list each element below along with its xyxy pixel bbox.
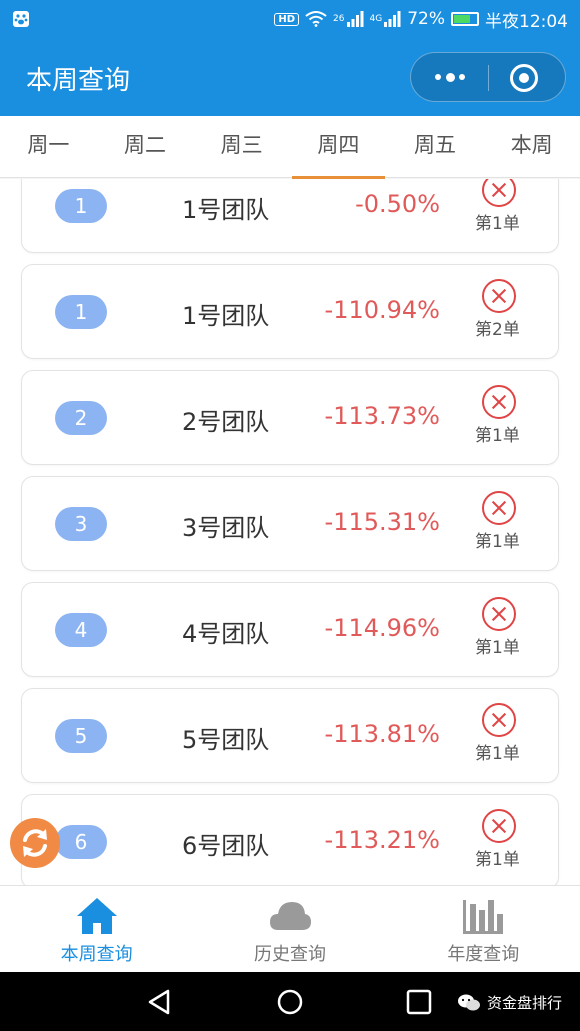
percent-value: -115.31% xyxy=(324,508,440,536)
delete-icon[interactable] xyxy=(482,385,516,419)
tab-wednesday[interactable]: 周三 xyxy=(193,116,290,177)
rank-badge: 3 xyxy=(55,507,107,541)
net-type-label: 4G xyxy=(369,14,383,24)
rank-badge: 1 xyxy=(55,295,107,329)
day-tabs: 周一 周二 周三 周四 周五 本周 xyxy=(0,116,580,179)
tab-this-week[interactable]: 本周 xyxy=(483,116,580,177)
wechat-icon xyxy=(457,994,480,1010)
percent-value: -110.94% xyxy=(324,296,440,324)
order-label: 第1单 xyxy=(475,426,520,446)
team-name: 1号团队 xyxy=(182,196,270,224)
refresh-button[interactable] xyxy=(10,818,60,868)
tab-thursday[interactable]: 周四 xyxy=(290,116,387,179)
team-name: 2号团队 xyxy=(182,408,270,436)
order-label: 第1单 xyxy=(475,744,520,764)
list-item: 1 1号团队 -110.94% 第2单 xyxy=(21,264,559,359)
list-item: 2 2号团队 -113.73% 第1单 xyxy=(21,370,559,465)
team-name: 1号团队 xyxy=(182,302,270,330)
percent-value: -113.81% xyxy=(324,720,440,748)
wifi-icon xyxy=(305,11,327,27)
percent-value: -0.50% xyxy=(355,190,440,218)
percent-value: -113.73% xyxy=(324,402,440,430)
close-miniprogram-icon[interactable] xyxy=(510,64,538,92)
rank-badge: 4 xyxy=(55,613,107,647)
delete-icon[interactable] xyxy=(482,703,516,737)
tab-tuesday[interactable]: 周二 xyxy=(97,116,194,177)
delete-icon[interactable] xyxy=(482,809,516,843)
rank-badge: 1 xyxy=(55,189,107,223)
signal-icon xyxy=(346,11,363,27)
list-item: 4 4号团队 -114.96% 第1单 xyxy=(21,582,559,677)
bottom-tab-history[interactable]: 历史查询 xyxy=(193,886,386,972)
order-label: 第1单 xyxy=(475,850,520,870)
percent-value: -114.96% xyxy=(324,614,440,642)
bar-chart-icon xyxy=(463,900,504,934)
battery-percent: 72% xyxy=(407,9,445,29)
watermark-text: 资金盘排行 xyxy=(486,994,562,1012)
delete-icon[interactable] xyxy=(482,491,516,525)
team-name: 4号团队 xyxy=(182,620,270,648)
signal-icon-2 xyxy=(384,11,401,27)
bottom-tab-yearly[interactable]: 年度查询 xyxy=(387,886,580,972)
team-name: 6号团队 xyxy=(182,832,270,860)
status-bar: HD 26 4G 72% 半夜12:04 xyxy=(0,0,580,38)
net-speed-label: 26 xyxy=(333,14,345,24)
order-label: 第1单 xyxy=(475,214,520,234)
bottom-tab-label: 年度查询 xyxy=(447,944,520,965)
more-menu-icon[interactable] xyxy=(435,67,465,87)
rank-badge: 2 xyxy=(55,401,107,435)
watermark: 资金盘排行 xyxy=(457,992,562,1013)
tab-friday[interactable]: 周五 xyxy=(387,116,484,177)
back-icon[interactable] xyxy=(146,988,174,1016)
delete-icon[interactable] xyxy=(482,597,516,631)
refresh-icon xyxy=(23,829,47,857)
bottom-tab-label: 本周查询 xyxy=(60,944,133,965)
list-item: 1 1号团队 -0.50% 第1单 xyxy=(21,179,559,253)
capsule-divider xyxy=(488,65,489,91)
list-item: 6 6号团队 -113.21% 第1单 xyxy=(21,794,559,885)
order-label: 第1单 xyxy=(475,638,520,658)
battery-fill xyxy=(454,15,470,23)
percent-value: -113.21% xyxy=(324,826,440,854)
tab-monday[interactable]: 周一 xyxy=(0,116,97,177)
bottom-tab-bar: 本周查询 历史查询 年度查询 xyxy=(0,885,580,972)
record-list[interactable]: 1 1号团队 -0.50% 第1单 1 1号团队 -110.94% 第2单 2 … xyxy=(0,179,580,885)
bottom-tab-label: 历史查询 xyxy=(253,944,326,965)
baidu-paw-icon xyxy=(13,11,29,27)
order-label: 第1单 xyxy=(475,532,520,552)
bottom-tab-this-week[interactable]: 本周查询 xyxy=(0,886,193,972)
cloud-icon xyxy=(269,902,311,930)
recents-icon[interactable] xyxy=(405,988,433,1016)
delete-icon[interactable] xyxy=(482,179,516,207)
delete-icon[interactable] xyxy=(482,279,516,313)
miniprogram-capsule xyxy=(410,52,566,102)
title-bar: 本周查询 xyxy=(0,38,580,116)
team-name: 5号团队 xyxy=(182,726,270,754)
rank-badge: 6 xyxy=(55,825,107,859)
android-nav-bar: 资金盘排行 xyxy=(0,972,580,1031)
battery-icon xyxy=(451,12,479,26)
home-icon xyxy=(76,898,117,934)
order-label: 第2单 xyxy=(475,320,520,340)
clock: 半夜12:04 xyxy=(485,11,568,32)
list-item: 3 3号团队 -115.31% 第1单 xyxy=(21,476,559,571)
home-nav-icon[interactable] xyxy=(276,988,304,1016)
page-title: 本周查询 xyxy=(26,66,131,96)
list-item: 5 5号团队 -113.81% 第1单 xyxy=(21,688,559,783)
rank-badge: 5 xyxy=(55,719,107,753)
hd-badge: HD xyxy=(274,12,300,26)
team-name: 3号团队 xyxy=(182,514,270,542)
